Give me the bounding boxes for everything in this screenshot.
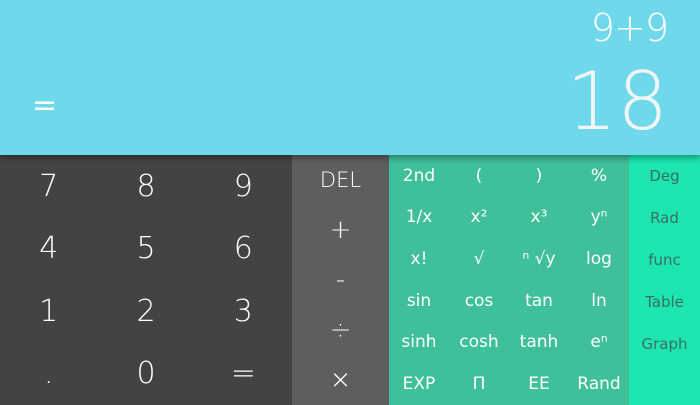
graph-mode-button[interactable]: Graph — [629, 323, 700, 365]
sin-button[interactable]: sin — [389, 280, 449, 322]
exp-power-button[interactable]: eⁿ — [569, 322, 629, 364]
ee-button[interactable]: EE — [509, 363, 569, 405]
cosh-button[interactable]: cosh — [449, 322, 509, 364]
cube-button[interactable]: x³ — [509, 197, 569, 239]
pi-button[interactable]: Π — [449, 363, 509, 405]
close-paren-button[interactable]: ) — [509, 155, 569, 197]
nth-root-button[interactable]: ⁿ √y — [509, 238, 569, 280]
key-3[interactable]: 3 — [195, 280, 292, 343]
key-7[interactable]: 7 — [0, 155, 97, 218]
table-mode-button[interactable]: Table — [629, 281, 700, 323]
plus-button[interactable]: + — [292, 205, 389, 255]
rand-button[interactable]: Rand — [569, 363, 629, 405]
number-pad: 7 8 9 4 5 6 1 2 3 . 0 = — [0, 155, 292, 405]
ln-button[interactable]: ln — [569, 280, 629, 322]
result-display: 18 — [566, 55, 668, 148]
key-6[interactable]: 6 — [195, 218, 292, 281]
divide-button[interactable]: ÷ — [292, 305, 389, 355]
key-1[interactable]: 1 — [0, 280, 97, 343]
display-panel: 9+9 18 = — [0, 0, 700, 155]
key-5[interactable]: 5 — [97, 218, 194, 281]
second-function-button[interactable]: 2nd — [389, 155, 449, 197]
operator-pad: DEL + - ÷ × — [292, 155, 389, 405]
square-button[interactable]: x² — [449, 197, 509, 239]
multiply-button[interactable]: × — [292, 355, 389, 405]
calculator-app: 9+9 18 = 7 8 9 4 5 6 1 2 3 . 0 = DEL + -… — [0, 0, 700, 405]
scientific-pad: 2nd ( ) % 1/x x² x³ yⁿ x! √ ⁿ √y log sin… — [389, 155, 629, 405]
key-9[interactable]: 9 — [195, 155, 292, 218]
key-decimal[interactable]: . — [0, 343, 97, 405]
sqrt-button[interactable]: √ — [449, 238, 509, 280]
rad-mode-button[interactable]: Rad — [629, 197, 700, 239]
mode-pad: Deg Rad func Table Graph — [629, 155, 700, 405]
equals-indicator: = — [32, 88, 58, 123]
func-mode-button[interactable]: func — [629, 239, 700, 281]
cos-button[interactable]: cos — [449, 280, 509, 322]
log-button[interactable]: log — [569, 238, 629, 280]
percent-button[interactable]: % — [569, 155, 629, 197]
key-0[interactable]: 0 — [97, 343, 194, 405]
tan-button[interactable]: tan — [509, 280, 569, 322]
expression-display: 9+9 — [590, 6, 669, 50]
power-button[interactable]: yⁿ — [569, 197, 629, 239]
key-2[interactable]: 2 — [97, 280, 194, 343]
minus-button[interactable]: - — [292, 255, 389, 305]
exp-button[interactable]: EXP — [389, 363, 449, 405]
delete-button[interactable]: DEL — [292, 155, 389, 205]
key-8[interactable]: 8 — [97, 155, 194, 218]
key-equals[interactable]: = — [195, 343, 292, 405]
key-4[interactable]: 4 — [0, 218, 97, 281]
tanh-button[interactable]: tanh — [509, 322, 569, 364]
sinh-button[interactable]: sinh — [389, 322, 449, 364]
open-paren-button[interactable]: ( — [449, 155, 509, 197]
reciprocal-button[interactable]: 1/x — [389, 197, 449, 239]
factorial-button[interactable]: x! — [389, 238, 449, 280]
deg-mode-button[interactable]: Deg — [629, 155, 700, 197]
